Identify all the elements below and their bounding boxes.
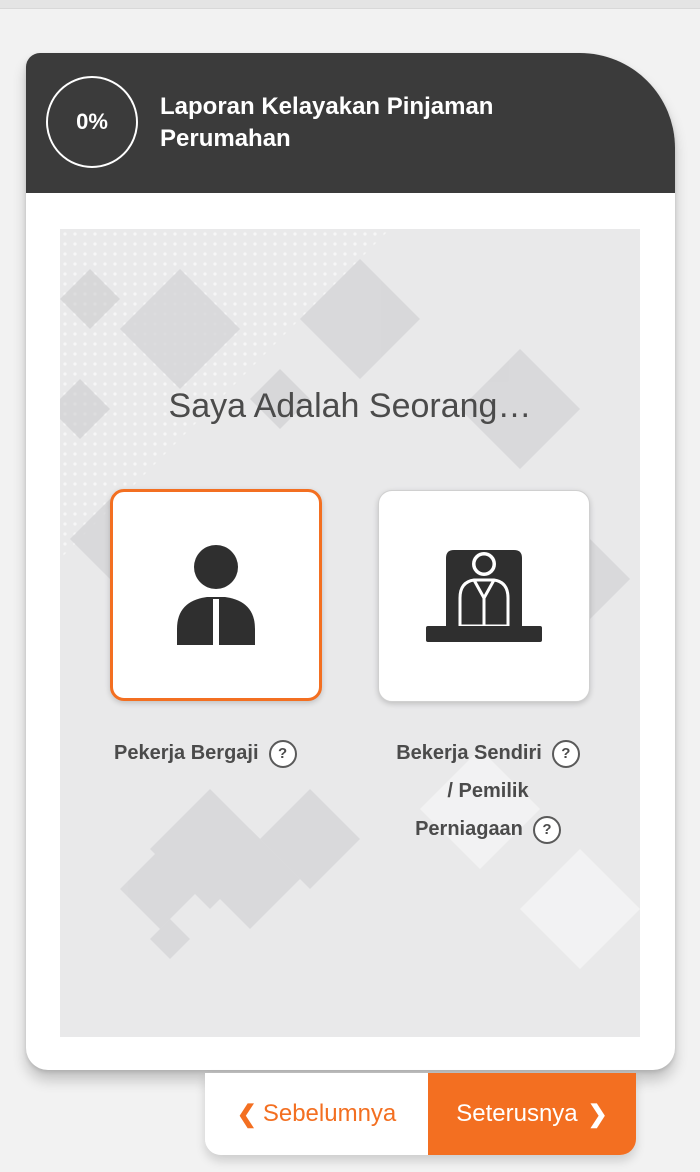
- navigation-bar: ❮ Sebelumnya Seterusnya ❯: [205, 1073, 636, 1155]
- salaried-employee-icon: [177, 545, 255, 645]
- question-heading: Saya Adalah Seorang…: [168, 387, 532, 425]
- chevron-right-icon: ❯: [587, 1100, 608, 1128]
- progress-indicator: 0%: [46, 76, 138, 168]
- chevron-left-icon: ❮: [236, 1100, 257, 1128]
- card-header: 0% Laporan Kelayakan Pinjaman Perumahan: [26, 53, 675, 193]
- salaried-option-label: Pekerja Bergaji?: [114, 734, 334, 772]
- business-owner-icon: [426, 550, 542, 642]
- salaried-option-card[interactable]: [110, 489, 322, 701]
- page-title: Laporan Kelayakan Pinjaman Perumahan: [160, 93, 494, 152]
- self-employed-option-text-line2: / Pemilik: [447, 780, 529, 802]
- previous-button[interactable]: ❮ Sebelumnya: [205, 1073, 428, 1155]
- self-employed-option-label: Bekerja Sendiri? / Pemilik Perniagaan?: [378, 734, 598, 848]
- self-employed-option-text-line3: Perniagaan: [415, 818, 523, 840]
- eligibility-card: 0% Laporan Kelayakan Pinjaman Perumahan: [26, 53, 675, 1070]
- salaried-option-text: Pekerja Bergaji: [114, 742, 259, 764]
- next-button[interactable]: Seterusnya ❯: [428, 1073, 636, 1155]
- previous-button-label: Sebelumnya: [262, 1100, 397, 1127]
- business-help-button[interactable]: ?: [532, 815, 561, 844]
- content-panel: Saya Adalah Seorang… Pekerja Bergaji? Be…: [60, 229, 640, 1037]
- self-employed-option-card[interactable]: [378, 490, 590, 702]
- progress-value: 0%: [76, 109, 108, 134]
- top-edge: [0, 0, 700, 9]
- next-button-label: Seterusnya: [456, 1100, 578, 1127]
- self-employed-option-text-line1: Bekerja Sendiri: [396, 742, 542, 764]
- self-employed-help-button[interactable]: ?: [551, 739, 580, 768]
- salaried-help-button[interactable]: ?: [268, 739, 297, 768]
